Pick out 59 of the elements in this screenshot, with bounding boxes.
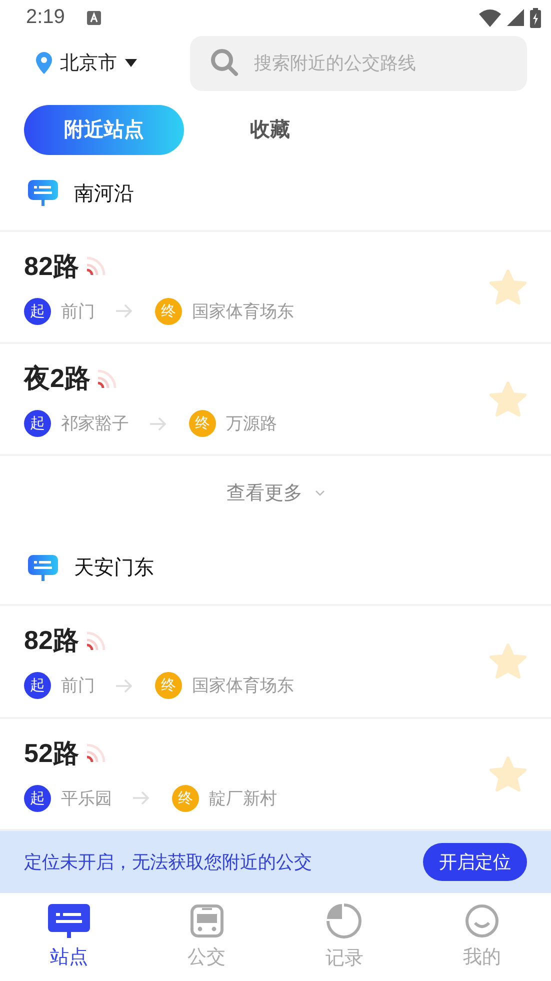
route-name: 82路 [24,624,79,658]
end-badge: 终 [155,298,182,325]
realtime-signal-icon [84,255,107,278]
favorite-star-icon[interactable] [489,756,527,792]
dropdown-caret-icon [125,59,137,68]
location-pin-icon [36,52,52,74]
bus-stop-icon [48,904,90,938]
wifi-icon [479,8,501,27]
end-badge: 终 [189,410,216,438]
bus-stop-icon [28,554,58,581]
station-name: 天安门东 [74,554,154,582]
tab[interactable]: 收藏 [190,104,350,155]
route-item[interactable]: 夜2路 起 祁家豁子 终 万源路 [0,344,551,456]
end-badge: 终 [155,672,182,700]
start-badge: 起 [24,784,51,812]
tab[interactable]: 附近站点 [24,104,184,155]
arrow-icon [132,791,150,806]
enable-location-button[interactable]: 开启定位 [423,843,527,882]
favorite-star-icon[interactable] [489,643,527,680]
start-badge: 起 [24,410,51,438]
arrow-icon [115,304,133,318]
status-time: 2:19 [26,6,65,30]
end-stop: 万源路 [226,413,277,436]
favorite-star-icon[interactable] [489,268,527,305]
route-item[interactable]: 82路 起 前门 终 国家体育场东 [0,232,551,344]
keyboard-icon [86,10,101,25]
end-stop: 靛厂新村 [209,788,277,810]
smiley-icon [465,904,500,938]
start-stop: 祁家豁子 [61,413,129,436]
banner-message: 定位未开启，无法获取您附近的公交 [24,851,313,874]
start-badge: 起 [24,672,51,700]
realtime-signal-icon [84,742,107,764]
route-name: 82路 [24,250,79,283]
city-selector[interactable]: 北京市 [36,50,190,76]
route-name: 夜2路 [24,362,90,396]
chevron-down-icon [314,490,324,496]
start-badge: 起 [24,298,51,325]
end-stop: 国家体育场东 [192,300,294,323]
realtime-signal-icon [84,630,107,652]
station-name: 南河沿 [74,180,134,207]
history-icon [326,903,362,940]
realtime-signal-icon [96,368,118,390]
signal-icon [507,9,524,26]
search-field[interactable]: 搜索附近的公交路线 [190,36,527,91]
route-item[interactable]: 82路 起 前门 终 国家体育场东 [0,606,551,719]
start-stop: 前门 [61,300,95,323]
start-stop: 平乐园 [61,788,112,810]
start-stop: 前门 [61,675,95,698]
end-badge: 终 [172,784,199,812]
battery-icon [530,8,541,28]
bus-icon [190,904,224,938]
bus-stop-icon [28,180,58,206]
arrow-icon [149,416,167,431]
route-name: 52路 [24,736,79,770]
show-more-link[interactable]: 查看更多 [0,456,551,530]
end-stop: 国家体育场东 [192,675,294,698]
arrow-icon [115,678,133,693]
nav-tab[interactable]: 站点 [0,893,138,981]
favorite-star-icon[interactable] [489,381,527,418]
